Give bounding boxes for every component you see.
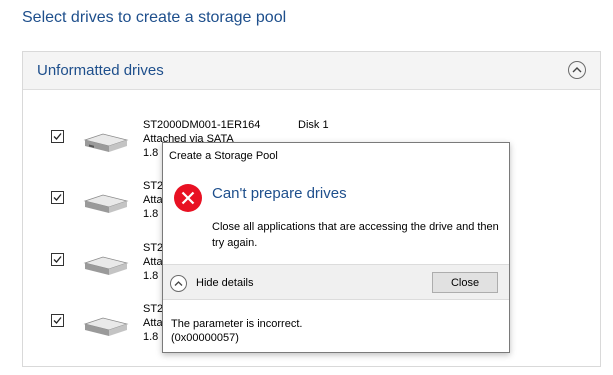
close-button[interactable]: Close <box>432 272 498 293</box>
drive-connection: Atta <box>143 317 163 329</box>
drive-name: ST2 <box>143 303 164 315</box>
checkmark-icon <box>53 256 62 263</box>
drive-checkbox[interactable] <box>51 253 64 266</box>
collapse-button[interactable] <box>568 61 586 79</box>
hide-details-label: Hide details <box>196 277 254 289</box>
dialog-message: Close all applications that are accessin… <box>212 221 499 249</box>
drive-size: 1.8 <box>143 270 159 282</box>
drive-name: ST2000DM001-1ER164 <box>143 119 261 131</box>
chevron-up-icon <box>572 67 582 73</box>
checkmark-icon <box>53 317 62 324</box>
hide-details-toggle[interactable]: Hide details <box>170 274 253 292</box>
drive-size: 1.8 <box>143 331 159 343</box>
page-title: Select drives to create a storage pool <box>22 9 287 26</box>
drive-connection: Atta <box>143 256 163 268</box>
drive-checkbox[interactable] <box>51 314 64 327</box>
error-details: The parameter is incorrect. (0x00000057) <box>171 317 302 345</box>
panel-header[interactable]: Unformatted drives <box>23 52 600 90</box>
checkmark-icon <box>53 194 62 201</box>
error-details-code: (0x00000057) <box>171 332 239 344</box>
drive-connection: Atta <box>143 194 163 206</box>
drive-checkbox[interactable] <box>51 130 64 143</box>
hard-drive-icon <box>83 317 129 336</box>
hard-drive-icon <box>83 256 129 275</box>
dialog-button-bar: Hide details Close <box>163 264 509 300</box>
error-icon <box>174 184 202 212</box>
dialog-title: Create a Storage Pool <box>169 150 278 162</box>
panel-title: Unformatted drives <box>37 62 164 79</box>
drive-checkbox[interactable] <box>51 191 64 204</box>
error-dialog: Create a Storage Pool Can't prepare driv… <box>162 142 510 353</box>
dialog-heading: Can't prepare drives <box>212 185 347 202</box>
error-details-message: The parameter is incorrect. <box>171 318 303 330</box>
drive-name: ST2 <box>143 242 164 254</box>
chevron-up-icon <box>170 274 187 292</box>
hard-drive-icon <box>83 194 129 213</box>
checkmark-icon <box>53 133 62 140</box>
hard-drive-icon <box>83 133 129 152</box>
drive-size: 1.8 <box>143 208 159 220</box>
drive-disk-number: Disk 1 <box>298 119 329 131</box>
drive-name: ST2 <box>143 180 164 192</box>
